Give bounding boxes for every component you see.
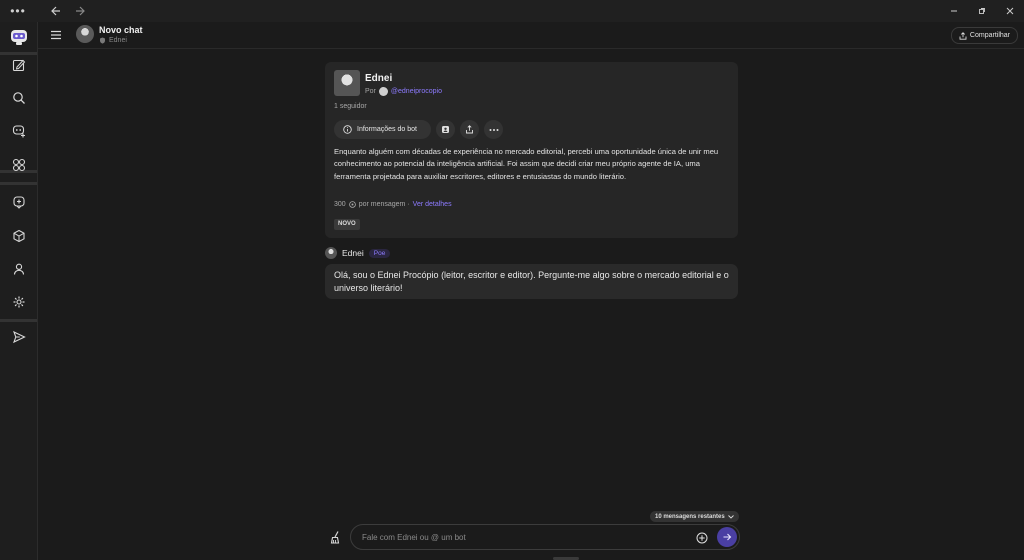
share-bot-button[interactable] bbox=[460, 120, 479, 139]
message-header: Ednei Poe bbox=[325, 247, 391, 259]
chevron-down-icon bbox=[727, 514, 734, 519]
remaining-messages-button[interactable]: 10 mensagens restantes bbox=[650, 511, 739, 522]
bot-message-bubble: Olá, sou o Ednei Procópio (leitor, escri… bbox=[325, 264, 738, 299]
minimize-icon[interactable] bbox=[940, 0, 968, 22]
status-badge: NOVO bbox=[334, 219, 360, 230]
more-options-button[interactable] bbox=[484, 120, 503, 139]
clear-context-button[interactable] bbox=[327, 529, 343, 545]
arrow-left-icon[interactable] bbox=[46, 1, 66, 21]
creator-avatar bbox=[378, 87, 388, 96]
new-chat-icon[interactable] bbox=[0, 50, 37, 80]
avatar[interactable] bbox=[76, 25, 94, 43]
chat-header: Novo chat Ednei Compartilhar bbox=[38, 22, 1024, 49]
more-horizontal-icon bbox=[489, 128, 498, 131]
create-bot-icon[interactable] bbox=[0, 116, 37, 146]
poe-logo-icon[interactable] bbox=[0, 22, 37, 52]
header-subtitle: Ednei bbox=[99, 37, 127, 44]
bot-name: Ednei bbox=[365, 73, 393, 84]
avatar[interactable] bbox=[325, 247, 337, 259]
arrow-right-icon bbox=[723, 533, 732, 541]
menu-icon[interactable] bbox=[50, 28, 66, 42]
share-icon bbox=[959, 31, 967, 40]
share-label: Compartilhar bbox=[969, 32, 1010, 39]
send-icon[interactable] bbox=[0, 322, 37, 352]
profile-icon[interactable] bbox=[0, 254, 37, 284]
page-title: Novo chat bbox=[99, 25, 143, 35]
price-unit: por mensagem · bbox=[358, 201, 410, 208]
share-button[interactable]: Compartilhar bbox=[950, 27, 1018, 44]
message-composer bbox=[350, 524, 740, 550]
search-icon[interactable] bbox=[0, 83, 37, 113]
bot-avatar[interactable] bbox=[334, 70, 360, 96]
plus-circle-icon bbox=[696, 532, 707, 543]
price-value: 300 bbox=[334, 201, 346, 208]
bot-creator: Por @edneiprocopio bbox=[365, 87, 442, 96]
bot-info-label: Informações do bot bbox=[357, 126, 417, 133]
creator-handle-link[interactable]: @edneiprocopio bbox=[391, 88, 442, 95]
sidebar-divider bbox=[0, 182, 37, 185]
more-horizontal-icon[interactable]: ••• bbox=[0, 4, 36, 18]
details-link[interactable]: Ver detalhes bbox=[413, 201, 452, 208]
points-icon bbox=[348, 201, 356, 208]
settings-icon[interactable] bbox=[0, 287, 37, 317]
bot-info-button[interactable]: Informações do bot bbox=[334, 120, 431, 139]
broom-icon bbox=[330, 531, 340, 544]
explore-icon[interactable] bbox=[0, 150, 37, 180]
bot-icon[interactable] bbox=[0, 187, 37, 217]
bot-info-card: Ednei Por @edneiprocopio 1 seguidor Info… bbox=[325, 62, 738, 238]
close-icon[interactable] bbox=[996, 0, 1024, 22]
info-icon bbox=[343, 125, 352, 134]
remaining-messages-label: 10 mensagens restantes bbox=[655, 513, 725, 520]
by-label: Por bbox=[365, 88, 376, 95]
poe-badge: Poe bbox=[368, 248, 391, 258]
bot-profile-icon bbox=[442, 126, 449, 133]
bot-description: Enquanto alguém com décadas de experiênc… bbox=[334, 147, 719, 181]
send-button[interactable] bbox=[717, 527, 737, 547]
arrow-right-icon[interactable] bbox=[70, 1, 90, 21]
message-author: Ednei bbox=[342, 248, 364, 258]
attach-button[interactable] bbox=[694, 530, 709, 545]
bot-profile-button[interactable] bbox=[436, 120, 455, 139]
bot-badge-icon bbox=[100, 37, 105, 44]
message-price: 300 por mensagem · Ver detalhes bbox=[334, 201, 452, 208]
followers-count[interactable]: 1 seguidor bbox=[334, 103, 367, 110]
window-titlebar: ••• bbox=[0, 0, 1024, 22]
cube-icon[interactable] bbox=[0, 221, 37, 251]
message-input[interactable] bbox=[362, 531, 682, 544]
sidebar bbox=[0, 22, 38, 560]
header-subtitle-text: Ednei bbox=[109, 37, 127, 44]
share-icon bbox=[466, 125, 473, 134]
restore-icon[interactable] bbox=[968, 0, 996, 22]
